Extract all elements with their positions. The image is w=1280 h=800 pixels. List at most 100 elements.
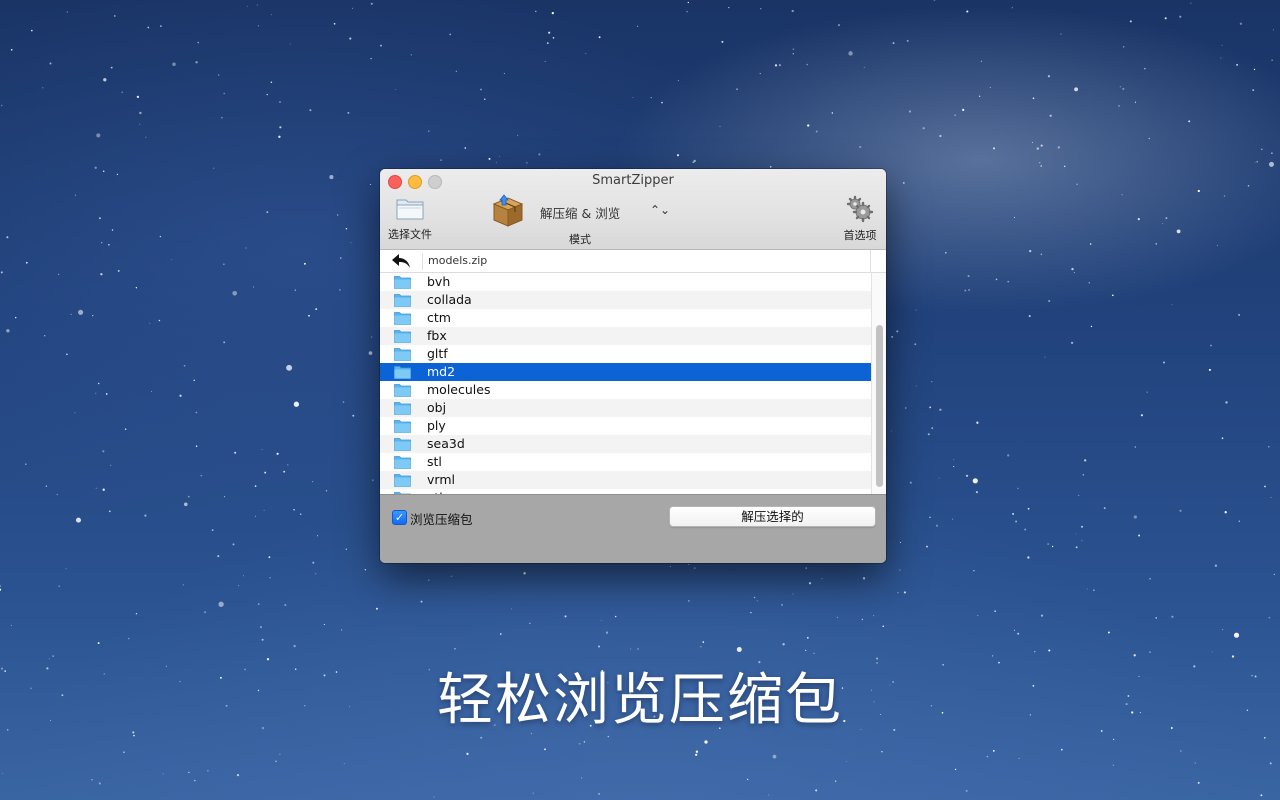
star — [954, 114, 956, 116]
star — [111, 229, 114, 231]
open-file-label: 选择文件 — [388, 228, 432, 241]
star — [978, 95, 981, 97]
star — [544, 60, 546, 62]
star — [217, 555, 220, 558]
divider — [422, 253, 423, 270]
scrollbar-thumb[interactable] — [876, 325, 883, 487]
star — [187, 495, 190, 498]
file-list-row[interactable]: vrml — [380, 471, 871, 489]
star — [266, 211, 269, 213]
star — [200, 474, 203, 477]
star — [1107, 631, 1110, 634]
star — [261, 448, 263, 450]
star — [1225, 401, 1228, 404]
star — [1075, 533, 1077, 535]
file-list-row[interactable]: sea3d — [380, 435, 871, 453]
star — [96, 133, 101, 138]
star — [676, 154, 680, 157]
file-list-row[interactable]: md2 — [380, 363, 871, 381]
star — [598, 36, 601, 39]
extract-selected-button[interactable]: 解压选择的 — [669, 506, 876, 527]
star — [194, 779, 196, 782]
star — [630, 648, 632, 650]
star — [909, 481, 912, 484]
chevron-updown-icon: ⌃⌄ — [650, 203, 671, 217]
star — [370, 183, 372, 185]
star — [1090, 325, 1093, 328]
star — [523, 572, 526, 575]
star — [246, 5, 248, 7]
star — [14, 316, 17, 319]
star — [266, 93, 268, 96]
star — [370, 57, 372, 60]
star — [846, 760, 848, 762]
star — [1031, 141, 1034, 144]
star — [75, 517, 82, 523]
star — [264, 471, 267, 474]
browse-archive-label[interactable]: 浏览压缩包 — [410, 509, 473, 528]
star — [315, 573, 317, 575]
star — [449, 33, 452, 36]
star — [6, 329, 10, 333]
star — [989, 87, 991, 89]
file-list-row[interactable]: bvh — [380, 273, 871, 291]
file-list-row[interactable]: fbx — [380, 327, 871, 345]
star — [183, 502, 188, 507]
open-file-button[interactable]: 选择文件 — [384, 195, 436, 242]
star — [1119, 86, 1121, 88]
star — [350, 242, 352, 244]
star — [760, 8, 762, 10]
star — [704, 740, 708, 744]
star — [139, 111, 142, 115]
star — [1012, 512, 1015, 515]
star — [108, 510, 111, 513]
star — [882, 625, 884, 627]
star — [371, 336, 373, 338]
mode-select[interactable]: 解压缩 & 浏览 ⌃⌄ — [540, 203, 670, 221]
star — [1078, 494, 1080, 496]
star — [293, 401, 300, 407]
file-list-row[interactable]: stl — [380, 453, 871, 471]
star — [899, 569, 901, 571]
window-title: SmartZipper — [592, 173, 674, 188]
folder-icon — [394, 456, 411, 469]
star — [551, 11, 554, 15]
file-list-row[interactable]: molecules — [380, 381, 871, 399]
star — [881, 750, 883, 753]
star — [1171, 304, 1173, 306]
star — [1024, 528, 1027, 531]
star — [253, 286, 255, 288]
mode-group: 解压缩 & 浏览 ⌃⌄ 模式 — [490, 193, 690, 246]
star — [1188, 120, 1191, 123]
file-list-row[interactable]: ctm — [380, 309, 871, 327]
star — [1133, 515, 1137, 519]
star — [162, 773, 164, 775]
star — [1271, 59, 1273, 61]
star — [578, 742, 581, 745]
back-arrow-icon[interactable] — [390, 252, 412, 270]
star — [1137, 218, 1140, 221]
star — [769, 166, 772, 168]
star — [308, 314, 310, 317]
file-list-row[interactable]: collada — [380, 291, 871, 309]
star — [1162, 223, 1164, 225]
preferences-button[interactable]: 首选项 — [840, 195, 880, 243]
star — [25, 463, 27, 465]
star — [1267, 445, 1270, 448]
star — [1236, 63, 1239, 66]
star — [669, 566, 671, 567]
file-list-row[interactable]: ply — [380, 417, 871, 435]
star — [101, 242, 103, 244]
star — [529, 622, 531, 624]
file-list-row[interactable]: gltf — [380, 345, 871, 363]
file-list[interactable]: bvh collada ctm fbx gltf md2 molecules obj ply se… — [380, 273, 871, 494]
star — [700, 645, 702, 648]
star — [1015, 520, 1018, 523]
browse-archive-checkbox[interactable]: ✓ — [392, 510, 407, 525]
star — [1129, 20, 1132, 23]
star — [279, 126, 282, 129]
preferences-label: 首选项 — [843, 229, 877, 242]
star — [750, 611, 752, 614]
file-list-row[interactable]: obj — [380, 399, 871, 417]
vertical-scrollbar[interactable] — [871, 273, 886, 494]
